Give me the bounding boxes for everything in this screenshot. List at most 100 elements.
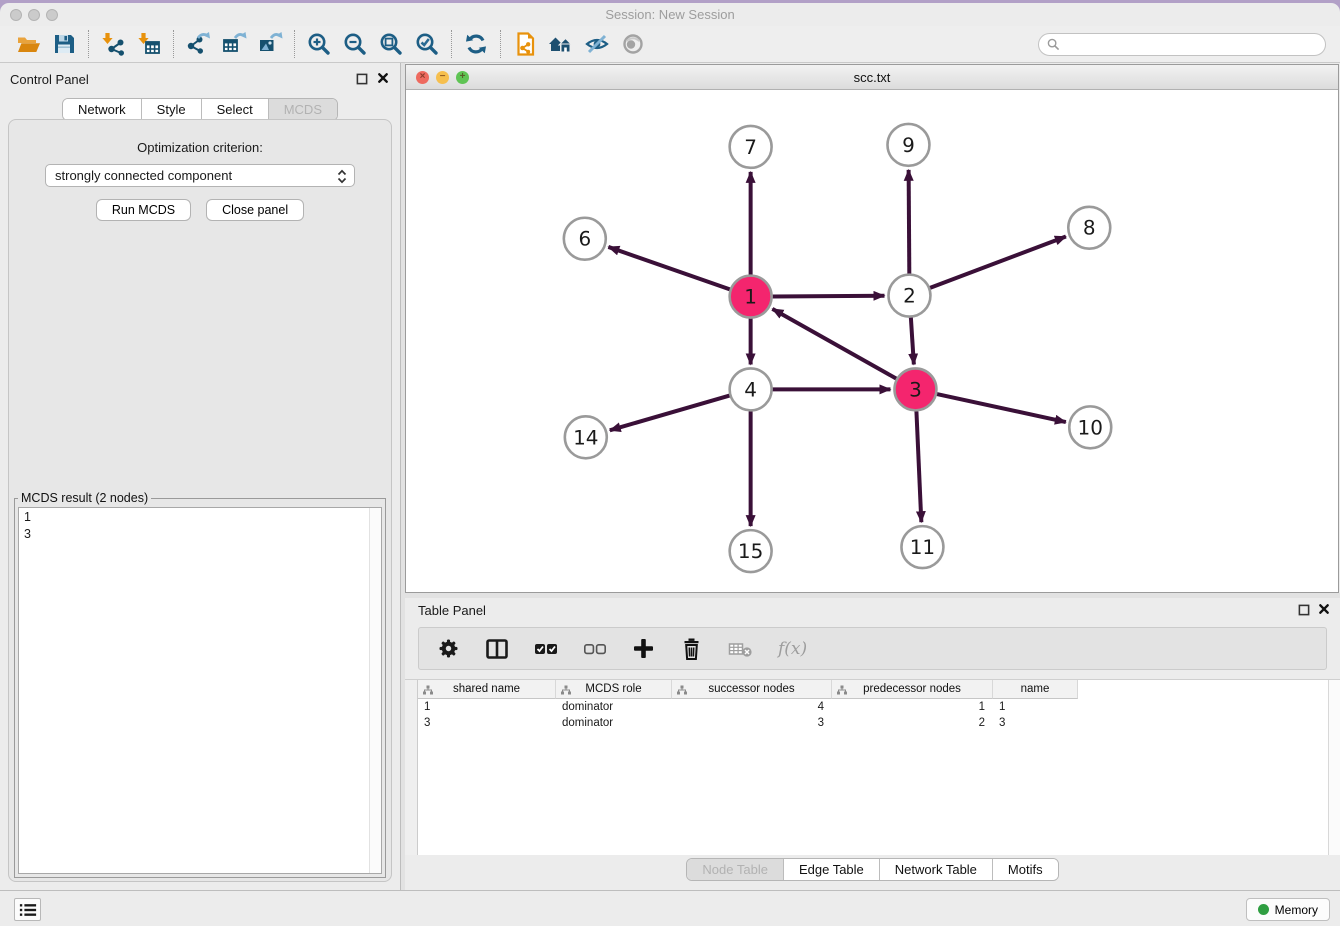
hide-selected-button[interactable] bbox=[579, 28, 615, 60]
column-header-predecessor-nodes[interactable]: predecessor nodes bbox=[832, 680, 993, 699]
table-panel-tabs: Node TableEdge TableNetwork TableMotifs bbox=[405, 858, 1340, 881]
tab-motifs[interactable]: Motifs bbox=[993, 859, 1058, 880]
cell-successor-nodes[interactable]: 4 bbox=[672, 699, 832, 715]
tab-select[interactable]: Select bbox=[202, 99, 269, 120]
control-panel-float-button[interactable] bbox=[356, 73, 368, 88]
trash-icon bbox=[680, 637, 703, 661]
apply-layout-button[interactable] bbox=[458, 28, 494, 60]
export-image-button[interactable] bbox=[252, 28, 288, 60]
tab-network-table[interactable]: Network Table bbox=[880, 859, 993, 880]
toolbar-separator bbox=[88, 30, 89, 58]
tab-network[interactable]: Network bbox=[63, 99, 142, 120]
mcds-result-scrollbar[interactable] bbox=[369, 508, 381, 873]
show-hidden-button[interactable] bbox=[615, 28, 651, 60]
cell-mcds-role[interactable]: dominator bbox=[556, 699, 672, 715]
cell-name[interactable]: 3 bbox=[993, 715, 1078, 731]
edge-3-10[interactable] bbox=[937, 394, 1066, 422]
network-file-icon bbox=[512, 31, 538, 57]
cell-successor-nodes[interactable]: 3 bbox=[672, 715, 832, 731]
table-scrollbar[interactable] bbox=[1328, 680, 1340, 855]
titlebar: Session: New Session bbox=[0, 3, 1340, 26]
zoom-out-icon bbox=[342, 31, 368, 57]
application-window: Session: New Session bbox=[0, 3, 1340, 926]
zoom-in-button[interactable] bbox=[301, 28, 337, 60]
table-panel-float-button[interactable] bbox=[1298, 604, 1310, 619]
zoom-window-button[interactable] bbox=[46, 9, 58, 21]
run-mcds-button[interactable]: Run MCDS bbox=[96, 199, 191, 221]
node-label-3: 3 bbox=[909, 377, 922, 401]
zoom-fit-button[interactable] bbox=[373, 28, 409, 60]
mcds-result-box[interactable]: 1 3 bbox=[18, 507, 382, 874]
optimization-criterion-select[interactable]: strongly connected component bbox=[45, 164, 355, 187]
close-panel-button[interactable]: Close panel bbox=[206, 199, 304, 221]
table-panel-close-button[interactable] bbox=[1318, 603, 1330, 618]
list-icon bbox=[19, 902, 37, 918]
import-network-button[interactable] bbox=[95, 28, 131, 60]
edge-2-8[interactable] bbox=[930, 237, 1066, 288]
edge-4-14[interactable] bbox=[610, 396, 730, 431]
table-row-2[interactable]: 3dominator323 bbox=[418, 715, 1078, 731]
function-builder-button[interactable]: f(x) bbox=[778, 639, 807, 659]
network-canvas[interactable]: 7968124314101511 bbox=[406, 90, 1338, 592]
network-minimize-button[interactable]: − bbox=[436, 71, 449, 84]
import-table-button[interactable] bbox=[131, 28, 167, 60]
minimize-window-button[interactable] bbox=[28, 9, 40, 21]
cell-predecessor-nodes[interactable]: 2 bbox=[832, 715, 993, 731]
export-table-icon bbox=[221, 31, 247, 57]
tab-edge-table[interactable]: Edge Table bbox=[784, 859, 880, 880]
tab-mcds[interactable]: MCDS bbox=[269, 99, 337, 120]
zoom-in-icon bbox=[306, 31, 332, 57]
search-input[interactable] bbox=[1065, 37, 1317, 51]
edge-3-11[interactable] bbox=[916, 411, 921, 522]
column-header-mcds-role[interactable]: MCDS role bbox=[556, 680, 672, 699]
network-close-button[interactable]: × bbox=[416, 71, 429, 84]
network-view-window: × − + scc.txt 7968124314101511 bbox=[405, 64, 1339, 593]
network-window-title: scc.txt bbox=[406, 65, 1338, 90]
zoom-selected-button[interactable] bbox=[409, 28, 445, 60]
cell-name[interactable]: 1 bbox=[993, 699, 1078, 715]
table-settings-button[interactable] bbox=[437, 637, 460, 660]
memory-button[interactable]: Memory bbox=[1246, 898, 1330, 921]
control-panel-title: Control Panel bbox=[10, 72, 89, 87]
edge-1-6[interactable] bbox=[608, 247, 730, 289]
split-view-button[interactable] bbox=[485, 638, 509, 660]
tab-style[interactable]: Style bbox=[142, 99, 202, 120]
network-zoom-button[interactable]: + bbox=[456, 71, 469, 84]
cell-shared-name[interactable]: 1 bbox=[418, 699, 556, 715]
table-row-1[interactable]: 1dominator411 bbox=[418, 699, 1078, 715]
add-button[interactable] bbox=[632, 637, 655, 660]
new-network-from-selection-button[interactable] bbox=[507, 28, 543, 60]
edge-1-2[interactable] bbox=[773, 296, 885, 297]
edge-3-1[interactable] bbox=[772, 309, 896, 379]
task-history-button[interactable] bbox=[14, 898, 41, 921]
search-box[interactable] bbox=[1038, 33, 1326, 56]
cell-mcds-role[interactable]: dominator bbox=[556, 715, 672, 731]
select-all-button[interactable] bbox=[534, 641, 558, 657]
close-window-button[interactable] bbox=[10, 9, 22, 21]
delete-button[interactable] bbox=[680, 637, 703, 661]
column-header-shared-name[interactable]: shared name bbox=[418, 680, 556, 699]
column-header-successor-nodes[interactable]: successor nodes bbox=[672, 680, 832, 699]
zoom-fit-icon bbox=[378, 31, 404, 57]
column-header-name[interactable]: name bbox=[993, 680, 1078, 699]
deselect-all-button[interactable] bbox=[583, 641, 607, 657]
delete-table-button[interactable] bbox=[728, 639, 753, 659]
zoom-out-button[interactable] bbox=[337, 28, 373, 60]
import-table-icon bbox=[136, 31, 162, 57]
cell-shared-name[interactable]: 3 bbox=[418, 715, 556, 731]
refresh-icon bbox=[463, 31, 489, 57]
node-label-15: 15 bbox=[738, 539, 763, 563]
show-all-networks-button[interactable] bbox=[543, 28, 579, 60]
export-table-button[interactable] bbox=[216, 28, 252, 60]
sort-hierarchy-icon bbox=[837, 685, 847, 695]
control-panel-close-button[interactable] bbox=[377, 72, 389, 87]
edge-2-9[interactable] bbox=[909, 170, 910, 274]
cell-predecessor-nodes[interactable]: 1 bbox=[832, 699, 993, 715]
open-session-button[interactable] bbox=[10, 28, 46, 60]
mcds-result-text: 1 3 bbox=[19, 508, 368, 873]
tab-node-table[interactable]: Node Table bbox=[687, 859, 784, 880]
edge-2-3[interactable] bbox=[911, 318, 914, 365]
memory-label: Memory bbox=[1275, 903, 1318, 917]
export-network-button[interactable] bbox=[180, 28, 216, 60]
save-session-button[interactable] bbox=[46, 28, 82, 60]
